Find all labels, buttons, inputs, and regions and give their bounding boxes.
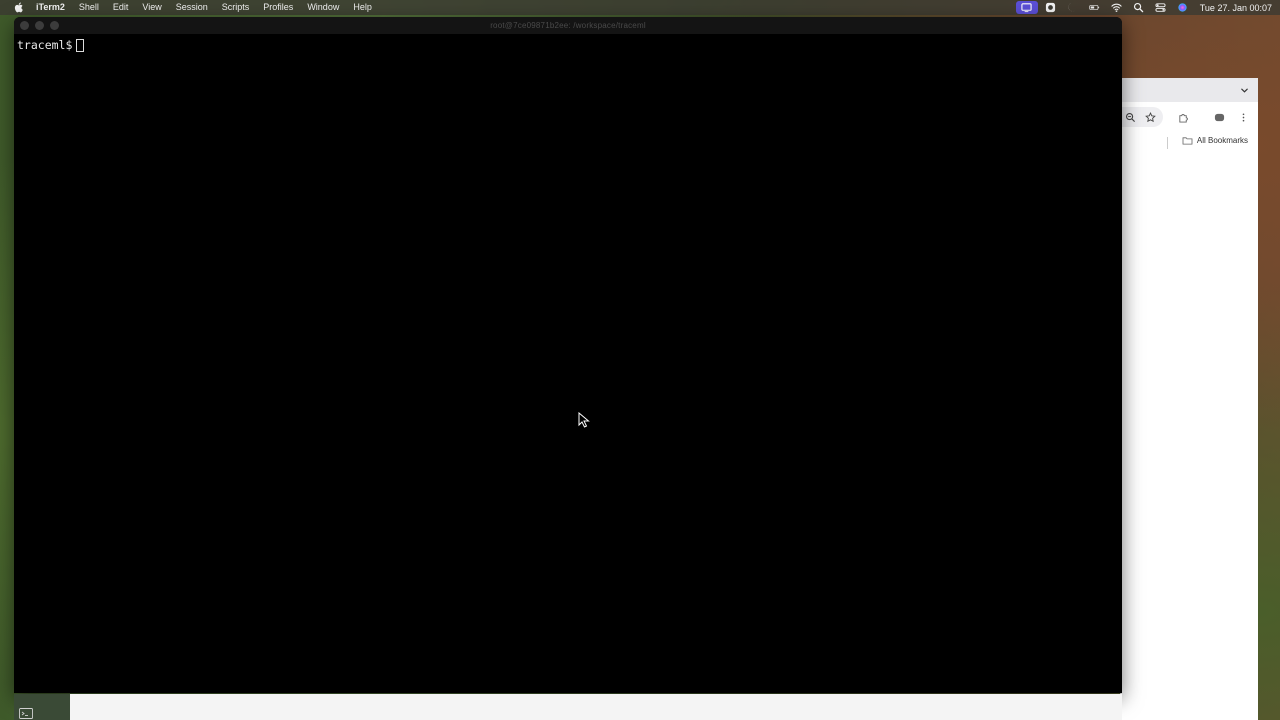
all-bookmarks-button[interactable]: All Bookmarks <box>1182 136 1248 145</box>
terminal-window[interactable]: root@7ce09871b2ee: /workspace/traceml tr… <box>14 17 1122 693</box>
bookmarks-bar: All Bookmarks <box>1121 132 1258 152</box>
record-icon[interactable] <box>1040 0 1062 15</box>
menu-view[interactable]: View <box>135 0 168 15</box>
terminal-titlebar[interactable]: root@7ce09871b2ee: /workspace/traceml <box>14 17 1122 34</box>
menu-scripts[interactable]: Scripts <box>215 0 257 15</box>
menu-app-name[interactable]: iTerm2 <box>36 0 72 15</box>
wifi-icon[interactable] <box>1106 0 1128 15</box>
close-window-button[interactable] <box>20 21 29 30</box>
browser-window[interactable]: All Bookmarks <box>1120 78 1258 720</box>
menu-shell[interactable]: Shell <box>72 0 106 15</box>
spotlight-icon[interactable] <box>1128 0 1150 15</box>
chevron-down-icon[interactable] <box>1236 82 1252 98</box>
menu-help[interactable]: Help <box>346 0 379 15</box>
menu-edit[interactable]: Edit <box>106 0 136 15</box>
apple-menu-icon[interactable] <box>12 2 24 14</box>
siri-icon[interactable] <box>1172 0 1194 15</box>
mouse-pointer-icon <box>578 412 590 428</box>
screen-share-icon[interactable] <box>1015 1 1038 14</box>
moon-icon[interactable] <box>1062 0 1084 15</box>
star-icon[interactable] <box>1142 109 1158 125</box>
menu-bar: iTerm2 Shell Edit View Session Scripts P… <box>0 0 1280 15</box>
zoom-window-button[interactable] <box>50 21 59 30</box>
zoom-icon[interactable] <box>1122 109 1138 125</box>
terminal-title: root@7ce09871b2ee: /workspace/traceml <box>490 21 646 30</box>
menubar-clock[interactable]: Tue 27. Jan 00:07 <box>1200 3 1272 13</box>
browser-tabstrip <box>1121 78 1258 102</box>
status-area: Tue 27. Jan 00:07 <box>1015 0 1272 15</box>
menu-window[interactable]: Window <box>300 0 346 15</box>
text-cursor <box>76 39 85 52</box>
bookmarks-divider <box>1167 137 1168 149</box>
control-center-icon[interactable] <box>1150 0 1172 15</box>
bottom-left-panel <box>14 694 70 720</box>
profile-icon[interactable] <box>1211 109 1227 125</box>
battery-icon[interactable] <box>1084 0 1106 15</box>
minimize-window-button[interactable] <box>35 21 44 30</box>
browser-toolbar <box>1121 102 1258 132</box>
extensions-icon[interactable] <box>1175 109 1191 125</box>
window-controls <box>20 21 59 30</box>
folder-icon <box>1182 137 1193 145</box>
menu-session[interactable]: Session <box>169 0 215 15</box>
all-bookmarks-label: All Bookmarks <box>1196 136 1248 145</box>
terminal-app-icon[interactable] <box>19 708 33 719</box>
shell-prompt: traceml$ <box>17 38 73 52</box>
menu-profiles[interactable]: Profiles <box>256 0 300 15</box>
bottom-strip <box>14 694 1122 720</box>
terminal-content[interactable]: traceml$ <box>14 34 1122 53</box>
more-icon[interactable] <box>1235 109 1251 125</box>
